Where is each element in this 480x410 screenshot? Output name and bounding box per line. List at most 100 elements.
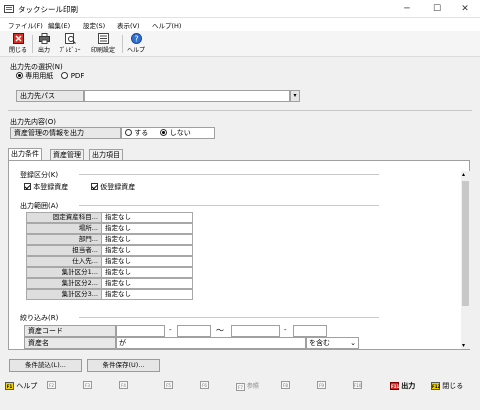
asset-name-label: 資産名 [24, 337, 116, 349]
save-conditions-button[interactable]: 条件保存(U)... [87, 359, 160, 372]
asset-name-particle: が [119, 339, 126, 347]
range-row-supplier[interactable]: 仕入先... 指定なし [26, 256, 193, 267]
range-group1-button[interactable]: 集計区分1... [26, 267, 102, 278]
menu-view[interactable]: 表示(V) [117, 20, 140, 30]
scroll-up-icon[interactable]: ▴ [462, 171, 465, 178]
menu-file[interactable]: ファイル(F) [8, 20, 43, 30]
maximize-button[interactable]: ☐ [424, 2, 450, 16]
asset-code-label: 資産コード [24, 325, 116, 337]
checkbox-temp-label: 仮登録資産 [100, 183, 136, 191]
printer-icon [38, 33, 50, 44]
fkey-f1-cap: F1 [5, 382, 14, 390]
radio-asset-yes-label: する [134, 129, 149, 137]
range-person-button[interactable]: 担当者... [26, 245, 102, 256]
toolbar-close-label: 閉じる [8, 47, 27, 54]
asset-code-dash-1: - [169, 326, 172, 334]
range-group2-value: 指定なし [102, 278, 193, 289]
settings-list-icon [97, 33, 109, 44]
output-path-dropdown-button[interactable]: ▾ [290, 90, 300, 102]
range-supplier-button[interactable]: 仕入先... [26, 256, 102, 267]
divider [79, 205, 379, 206]
fkey-f7: F7 参照 [236, 381, 259, 391]
radio-pdf[interactable] [61, 72, 69, 79]
range-heading: 出力範囲(A) [20, 202, 59, 210]
checkbox-main-label: 本登録資産 [33, 183, 69, 191]
range-row-group2[interactable]: 集計区分2... 指定なし [26, 278, 193, 289]
asset-code-from-suffix[interactable] [177, 325, 211, 337]
menu-edit[interactable]: 編集(E) [48, 20, 70, 30]
toolbar: 閉じる 出力 ﾌﾟﾚﾋﾞｭｰ 印刷設定 ? ヘルプ [0, 31, 480, 57]
fkey-f11[interactable]: F11 出力 [390, 381, 415, 391]
fkey-f11-label: 出力 [401, 382, 416, 390]
range-group3-button[interactable]: 集計区分3... [26, 289, 102, 300]
fkey-f6-cap: F6 [200, 381, 209, 389]
close-window-button[interactable]: ✕ [452, 2, 478, 16]
range-row-department[interactable]: 部門... 指定なし [26, 234, 193, 245]
asset-code-dash-2: - [284, 326, 287, 334]
asset-code-to-prefix[interactable] [231, 325, 280, 337]
fkey-f11-cap: F11 [390, 382, 400, 390]
range-location-value: 指定なし [102, 223, 193, 234]
toolbar-close-button[interactable]: 閉じる [4, 33, 32, 55]
load-conditions-button[interactable]: 条件読込(L)... [9, 359, 82, 372]
asset-code-to-suffix[interactable] [293, 325, 327, 337]
close-icon [12, 33, 24, 44]
toolbar-output-button[interactable]: 出力 [30, 33, 58, 55]
toolbar-help-button[interactable]: ? ヘルプ [122, 33, 150, 55]
scroll-down-icon[interactable]: ▾ [462, 342, 465, 349]
toolbar-help-label: ヘルプ [126, 47, 145, 54]
checkbox-main-box[interactable] [24, 183, 31, 190]
range-row-group3[interactable]: 集計区分3... 指定なし [26, 289, 193, 300]
range-row-location[interactable]: 場所... 指定なし [26, 223, 193, 234]
range-row-account[interactable]: 固定資産科目... 指定なし [26, 212, 193, 223]
toolbar-preview-label: ﾌﾟﾚﾋﾞｭｰ [59, 47, 81, 54]
menu-bar: ファイル(F) 編集(E) 設定(S) 表示(V) ヘルプ(H) [0, 18, 480, 31]
asset-name-input[interactable]: が [116, 337, 306, 349]
radio-asset-yes[interactable] [125, 129, 132, 136]
fkey-f3-cap: F3 [83, 381, 92, 389]
checkbox-temp-box[interactable] [91, 183, 98, 190]
checkbox-temp-registered[interactable]: 仮登録資産 [91, 182, 135, 192]
menu-settings[interactable]: 設定(S) [83, 20, 105, 30]
fkey-f1[interactable]: F1 ヘルプ [5, 381, 37, 391]
scrollbar-thumb[interactable] [462, 181, 469, 306]
range-department-button[interactable]: 部門... [26, 234, 102, 245]
fkey-f7-label: 参照 [246, 383, 259, 390]
panel-scrollbar[interactable]: ▴ ▾ [461, 171, 470, 349]
toolbar-print-settings-label: 印刷設定 [90, 47, 115, 54]
range-group1-value: 指定なし [102, 267, 193, 278]
tab-output-items[interactable]: 出力項目 [89, 149, 123, 160]
minimize-button[interactable]: ─ [394, 2, 420, 16]
tab-asset-management[interactable]: 資産管理 [50, 149, 84, 160]
filter-heading: 絞り込み(R) [20, 314, 59, 322]
fkey-f2: F2 [47, 381, 56, 389]
output-path-input[interactable] [84, 90, 290, 102]
asset-info-options: する しない [121, 127, 215, 139]
tab-output-conditions[interactable]: 出力条件 [8, 148, 42, 160]
output-dest-options: 専用用紙 PDF [16, 71, 84, 81]
range-account-button[interactable]: 固定資産科目... [26, 212, 102, 223]
toolbar-preview-button[interactable]: ﾌﾟﾚﾋﾞｭｰ [56, 33, 84, 55]
divider [79, 174, 379, 175]
fkey-f4-cap: F4 [119, 381, 128, 389]
range-location-button[interactable]: 場所... [26, 223, 102, 234]
toolbar-print-settings-button[interactable]: 印刷設定 [86, 33, 120, 55]
fkey-f10-cap: F10 [353, 381, 362, 389]
fkey-f4: F4 [119, 381, 128, 389]
radio-paper[interactable] [16, 72, 23, 79]
range-row-group1[interactable]: 集計区分1... 指定なし [26, 267, 193, 278]
asset-name-match-select[interactable]: を含む ⌄ [306, 337, 359, 349]
range-row-person[interactable]: 担当者... 指定なし [26, 245, 193, 256]
fkey-f2-cap: F2 [47, 381, 56, 389]
range-supplier-value: 指定なし [102, 256, 193, 267]
fkey-f12[interactable]: F12 閉じる [431, 381, 463, 391]
asset-name-match-value: を含む [309, 339, 330, 347]
asset-info-label: 資産管理の情報を出力 [10, 127, 121, 139]
checkbox-main-registered[interactable]: 本登録資産 [24, 182, 68, 192]
menu-help[interactable]: ヘルプ(H) [152, 20, 181, 30]
range-account-value: 指定なし [102, 212, 193, 223]
radio-asset-no[interactable] [160, 129, 168, 136]
range-group2-button[interactable]: 集計区分2... [26, 278, 102, 289]
asset-code-from-prefix[interactable] [116, 325, 165, 337]
fkey-f1-label: ヘルプ [16, 382, 38, 390]
